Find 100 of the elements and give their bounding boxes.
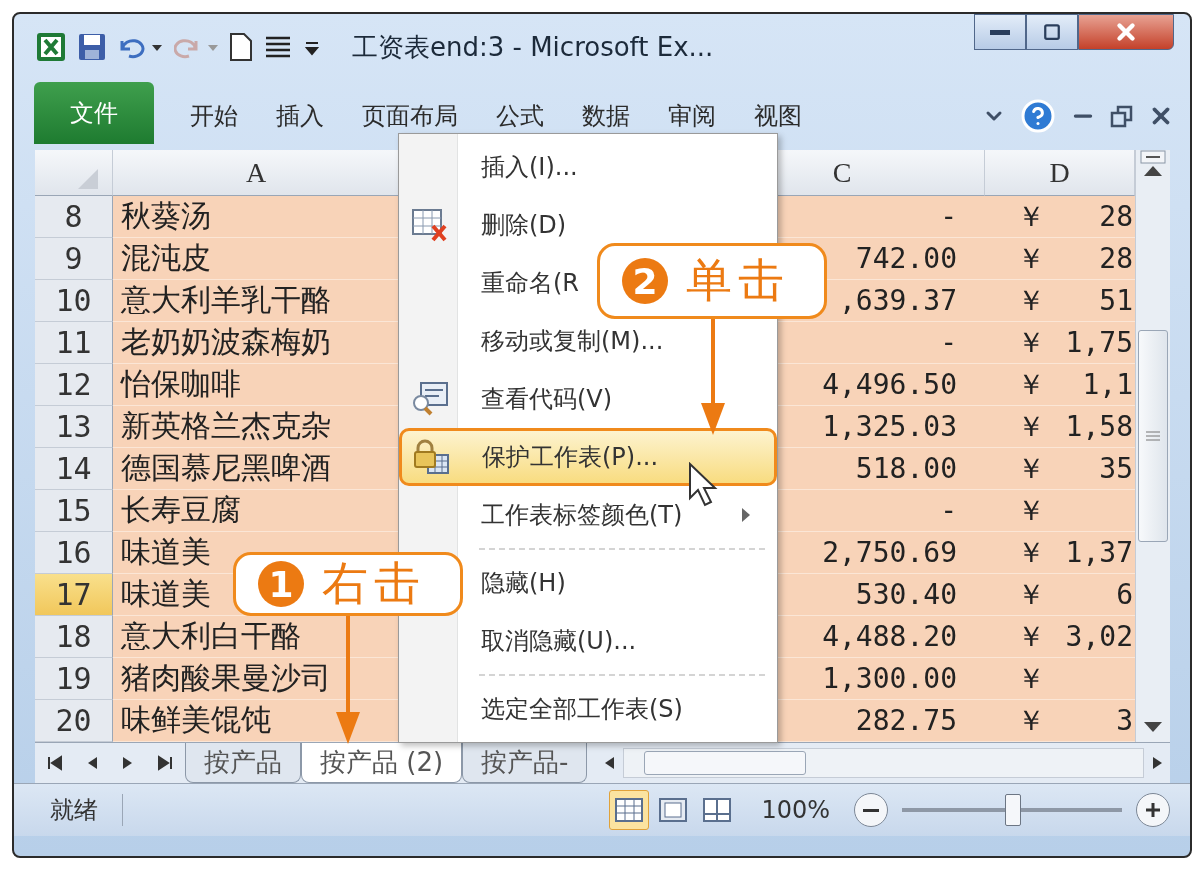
mouse-pointer-icon (688, 462, 718, 508)
scroll-right-icon[interactable] (1152, 755, 1164, 771)
cell-value: 3 (1116, 704, 1133, 737)
sheet-tab[interactable]: 按产品 (2) (301, 743, 463, 783)
step-number: 1 (258, 561, 304, 607)
lock-icon (412, 439, 450, 475)
vertical-scrollbar[interactable] (1135, 150, 1170, 742)
previous-sheet-icon[interactable] (86, 755, 99, 771)
table-cell: 混沌皮 (113, 238, 400, 280)
row-header[interactable]: 14 (35, 448, 113, 490)
currency-symbol: ￥ (1017, 492, 1045, 529)
table-cell: 长寿豆腐 (113, 490, 400, 532)
cell-value: 35 (1099, 452, 1133, 485)
currency-symbol: ￥ (1017, 324, 1045, 361)
menu-item[interactable]: 保护工作表(P)... (399, 428, 777, 486)
row-header[interactable]: 19 (35, 658, 113, 700)
submenu-arrow-icon (741, 507, 751, 523)
split-handle-icon[interactable] (1140, 150, 1166, 164)
save-icon[interactable] (78, 33, 106, 61)
currency-symbol: ￥ (1017, 408, 1045, 445)
minimize-icon (990, 29, 1010, 35)
restore-icon[interactable] (1110, 104, 1134, 128)
maximize-button[interactable] (1026, 14, 1078, 50)
zoom-level[interactable]: 100% (761, 796, 830, 824)
row-header[interactable]: 12 (35, 364, 113, 406)
table-cell: 怡保咖啡 (113, 364, 400, 406)
row-header[interactable]: 8 (35, 196, 113, 238)
currency-symbol: ￥ (1017, 534, 1045, 571)
minus-icon (863, 808, 879, 812)
scroll-down-icon[interactable] (1142, 720, 1164, 734)
row-header[interactable]: 20 (35, 700, 113, 742)
ribbon-tab[interactable]: 开始 (176, 88, 252, 144)
grid-icon (615, 798, 644, 822)
table-cell: 意大利羊乳干酪 (113, 280, 400, 322)
first-sheet-icon[interactable] (46, 755, 63, 771)
table-cell: 味鲜美馄饨 (113, 700, 400, 742)
page-icon (659, 798, 688, 822)
window-title: 工资表end:3 - Microsoft Ex... (352, 30, 714, 64)
cell-value: 28 (1099, 242, 1133, 275)
corner-triangle-icon (78, 169, 98, 189)
currency-symbol: ￥ (1017, 576, 1045, 613)
last-sheet-icon[interactable] (157, 755, 174, 771)
table-cell: 德国慕尼黑啤酒 (113, 448, 400, 490)
excel-logo-icon (36, 32, 66, 62)
scroll-thumb[interactable] (644, 751, 807, 775)
row-header[interactable]: 10 (35, 280, 113, 322)
table-cell: 意大利白干酪 (113, 616, 400, 658)
currency-symbol: ￥ (1017, 240, 1045, 277)
cell-value: 3,02 (1065, 620, 1133, 653)
row-header[interactable]: 11 (35, 322, 113, 364)
page-break-icon (703, 798, 732, 822)
scroll-up-icon[interactable] (1142, 164, 1164, 178)
cell-value: 1,58 (1065, 410, 1133, 443)
ribbon-tab[interactable]: 插入 (262, 88, 338, 144)
zoom-slider-thumb[interactable] (1005, 794, 1021, 826)
currency-symbol: ￥ (1017, 618, 1045, 655)
row-header[interactable]: 18 (35, 616, 113, 658)
row-header[interactable]: 9 (35, 238, 113, 280)
minimize-button[interactable] (974, 14, 1026, 50)
delete-sheet-icon (411, 208, 449, 242)
help-icon[interactable] (1020, 98, 1056, 134)
row-header[interactable]: 15 (35, 490, 113, 532)
column-header[interactable]: D (985, 150, 1135, 196)
table-cell: 猪肉酸果曼沙司 (113, 658, 400, 700)
cell-value: 1,1 (1082, 368, 1133, 401)
cell-value: 6 (1116, 578, 1133, 611)
currency-symbol: ￥ (1017, 282, 1045, 319)
close-button[interactable] (1078, 14, 1174, 50)
cell-value: 28 (1099, 200, 1133, 233)
currency-symbol: ￥ (1017, 366, 1045, 403)
table-cell: 秋葵汤 (113, 196, 400, 238)
horizontal-scrollbar[interactable] (623, 748, 1144, 778)
status-text: 就绪 (50, 794, 123, 826)
table-cell: 老奶奶波森梅奶 (113, 322, 400, 364)
view-button[interactable] (609, 790, 650, 830)
row-header[interactable]: 13 (35, 406, 113, 448)
file-tab[interactable]: 文件 (34, 82, 154, 144)
currency-symbol: ￥ (1017, 198, 1045, 235)
maximize-icon (1043, 23, 1061, 41)
sheet-tab[interactable]: 按产品- (462, 743, 588, 783)
zoom-out-button[interactable] (854, 793, 888, 827)
scroll-left-icon[interactable] (603, 755, 616, 771)
row-header[interactable]: 16 (35, 532, 113, 574)
currency-symbol: ￥ (1017, 660, 1045, 697)
table-cell: 新英格兰杰克杂 (113, 406, 400, 448)
plus-icon (1144, 801, 1162, 819)
scroll-thumb[interactable] (1138, 330, 1168, 542)
row-header[interactable]: 17 (35, 574, 113, 616)
cell-value: 1,75 (1065, 326, 1133, 359)
step-number: 2 (622, 258, 668, 304)
align-icon[interactable] (264, 35, 292, 59)
next-sheet-icon[interactable] (121, 755, 134, 771)
new-document-icon[interactable] (230, 33, 252, 61)
currency-symbol: ￥ (1017, 702, 1045, 739)
view-code-icon (411, 381, 449, 417)
column-header[interactable]: A (113, 150, 400, 196)
zoom-in-button[interactable] (1136, 793, 1170, 827)
cell-value: 1,37 (1065, 536, 1133, 569)
cell-value: 51 (1099, 284, 1133, 317)
sheet-tab[interactable]: 按产品 (185, 743, 301, 783)
